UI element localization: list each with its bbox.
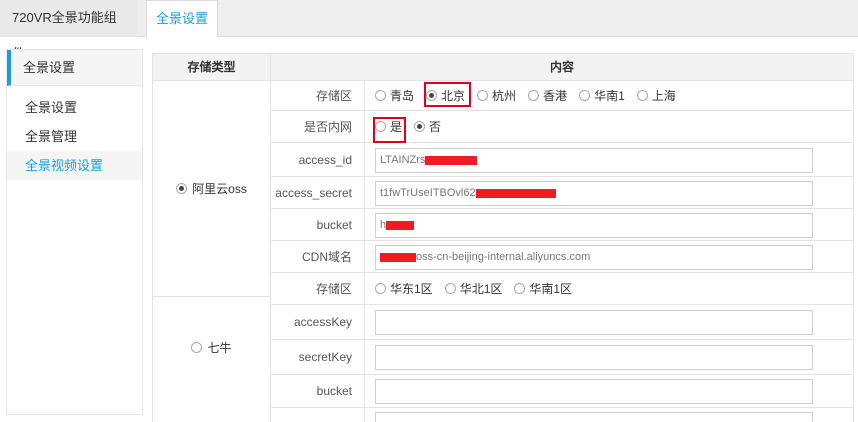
radio-region-hangzhou[interactable]: 杭州 [477,87,516,104]
redaction-mark [380,252,416,262]
radio-label: 否 [429,120,442,134]
radio-label: 杭州 [492,89,517,103]
radio-region-qingdao[interactable]: 青岛 [375,87,414,104]
radio-icon [477,90,489,101]
access-id-input[interactable]: LTAINZrs [375,148,813,173]
radio-icon [528,90,540,101]
radio-region-north-china-1[interactable]: 华北1区 [444,280,503,297]
qiniu-accesskey-input[interactable] [375,310,813,335]
radio-icon [636,90,648,101]
sidebar-item-panorama-management[interactable]: 全景管理 [7,122,142,151]
tab-panorama-settings[interactable]: 全景设置 [146,0,218,38]
radio-label: 华南1 [594,89,625,103]
radio-icon [375,283,386,294]
radio-label: 香港 [543,89,568,103]
provider-aliyun-cell: 阿里云oss [153,81,271,297]
label-qiniu-bucket: bucket [271,375,365,408]
column-header-content: 内容 [271,54,854,81]
label-access-id: access_id [271,143,365,177]
label-access-secret: access_secret [271,177,365,209]
redaction-mark [425,155,478,165]
label-aliyun-bucket: bucket [271,209,365,241]
radio-label: 青岛 [390,89,415,103]
aliyun-intranet-options: 是 否 [365,111,854,143]
access-id-value: LTAINZrs [380,154,426,166]
radio-selected-icon [176,183,188,194]
qiniu-region-options: 华东1区 华北1区 华南1区 [365,273,854,305]
radio-region-shanghai[interactable]: 上海 [636,87,676,104]
provider-qiniu-label: 七牛 [207,341,232,355]
radio-icon [514,283,526,294]
storage-settings-table: 存储类型 内容 阿里云oss 存储区 青岛 北京 杭州 香港 华南1 上海 是否… [152,53,854,422]
cdn-domain-input[interactable]: oss-cn-beijing-internal.aliyuncs.com [375,245,813,270]
qiniu-cdn-input-partial[interactable] [375,412,813,422]
label-cdn-domain: CDN域名 [271,241,365,273]
aliyun-bucket-input[interactable]: h [375,213,813,238]
radio-icon [375,90,386,101]
sidebar-item-panorama-settings[interactable]: 全景设置 [7,93,142,122]
radio-icon [444,283,456,294]
access-secret-input[interactable]: t1fwTrUseITBOvl62 [375,181,813,206]
tab-720vr-component[interactable]: 720VR全景功能组件 [0,0,137,61]
highlight-box-beijing [424,82,471,107]
redaction-mark [475,188,556,198]
access-secret-value: t1fwTrUseITBOvl62 [380,187,476,199]
radio-region-south-china-1[interactable]: 华南1 [579,87,625,104]
radio-label: 华北1区 [459,282,503,296]
redaction-mark [386,220,415,230]
column-header-storage-type: 存储类型 [153,54,271,81]
provider-qiniu-cell: 七牛 [153,273,271,422]
provider-qiniu-radio[interactable]: 七牛 [153,273,270,422]
provider-aliyun-label: 阿里云oss [192,182,247,196]
radio-label: 华东1区 [390,282,433,296]
radio-region-east-china-1[interactable]: 华东1区 [375,280,433,297]
top-tab-bar: 720VR全景功能组件 全景设置 [0,0,858,61]
radio-label: 上海 [651,89,676,103]
cdn-domain-value: oss-cn-beijing-internal.aliyuncs.com [416,251,591,263]
radio-intranet-no[interactable]: 否 [414,118,441,135]
radio-label: 华南1区 [529,282,573,296]
radio-icon [191,342,203,353]
highlight-box-intranet-yes [373,117,406,143]
label-qiniu-region: 存储区 [271,273,365,305]
sidebar-header: 全景设置 [7,50,142,86]
radio-region-hongkong[interactable]: 香港 [528,87,567,104]
radio-region-south-china-1-qiniu[interactable]: 华南1区 [514,280,572,297]
label-qiniu-secretkey: secretKey [271,340,365,375]
qiniu-bucket-input[interactable] [375,379,813,404]
label-qiniu-accesskey: accessKey [271,305,365,340]
sidebar-item-panorama-video-settings[interactable]: 全景视频设置 [7,151,142,180]
provider-aliyun-radio[interactable]: 阿里云oss [153,81,270,296]
radio-icon [579,90,591,101]
radio-selected-icon [414,121,426,132]
label-aliyun-intranet: 是否内网 [271,111,365,143]
label-qiniu-cdn-partial [271,408,365,422]
sidebar: 全景设置 全景设置 全景管理 全景视频设置 [6,49,143,415]
label-aliyun-region: 存储区 [271,81,365,111]
qiniu-secretkey-input[interactable] [375,345,813,370]
